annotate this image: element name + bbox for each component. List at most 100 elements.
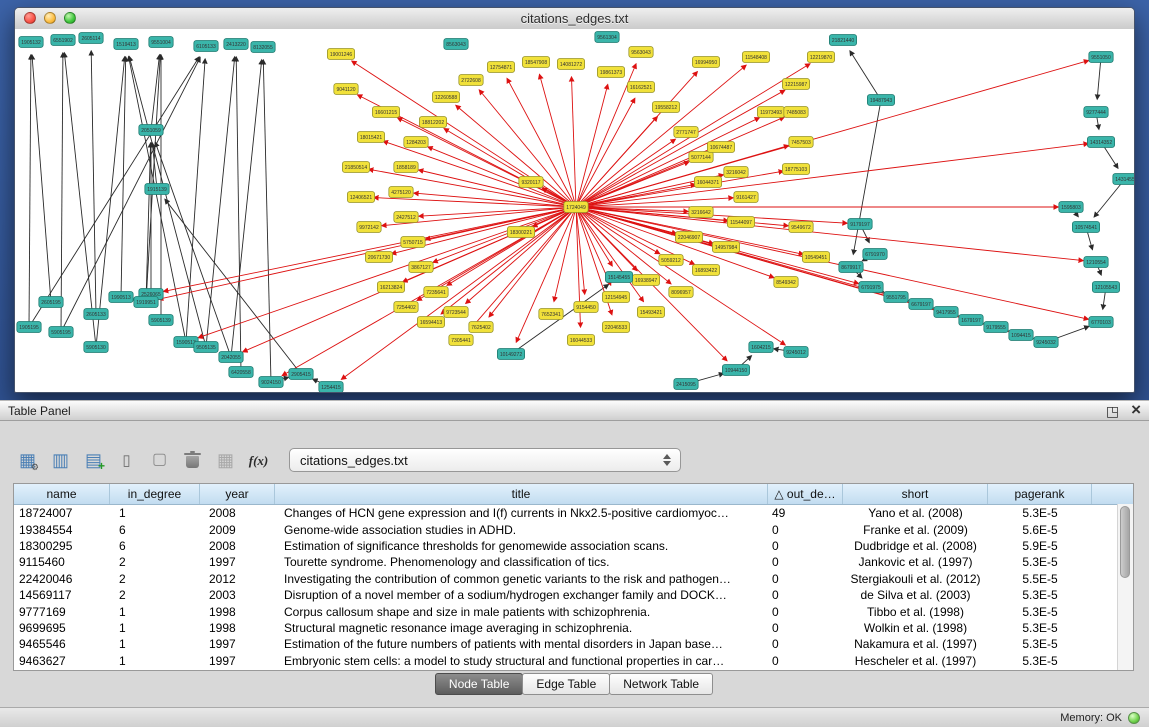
graph-node[interactable]: 8132055 xyxy=(251,42,275,53)
graph-node[interactable]: 1724049 xyxy=(564,202,588,213)
graph-node[interactable]: 16938947 xyxy=(632,275,659,286)
tab-network-table[interactable]: Network Table xyxy=(609,673,713,695)
column-header-out_degree[interactable]: △ out_de… xyxy=(768,484,843,504)
column-header-in_degree[interactable]: in_degree xyxy=(110,484,200,504)
graph-node[interactable]: 12154945 xyxy=(602,292,629,303)
graph-node[interactable]: 7485083 xyxy=(784,107,808,118)
graph-node[interactable]: 16213824 xyxy=(377,282,404,293)
graph-node[interactable]: 2042055 xyxy=(219,352,243,363)
graph-node[interactable]: 1595803 xyxy=(1059,202,1083,213)
graph-edge[interactable] xyxy=(374,198,576,207)
graph-node[interactable]: 5750715 xyxy=(401,237,425,248)
table-row[interactable]: 1456911722003Disruption of a novel membe… xyxy=(14,587,1133,603)
column-header-year[interactable]: year xyxy=(200,484,275,504)
graph-node[interactable]: 2051059 xyxy=(139,125,163,136)
graph-node[interactable]: 2771747 xyxy=(674,127,698,138)
graph-node[interactable]: 22046533 xyxy=(602,322,629,333)
graph-node[interactable]: 2722608 xyxy=(459,75,483,86)
graph-edge[interactable] xyxy=(206,57,235,347)
graph-node[interactable]: 9179555 xyxy=(984,322,1008,333)
tab-edge-table[interactable]: Edge Table xyxy=(522,673,610,695)
graph-node[interactable]: 5905130 xyxy=(84,342,108,353)
tab-node-table[interactable]: Node Table xyxy=(435,673,524,695)
graph-node[interactable]: 16994950 xyxy=(692,57,719,68)
graph-node[interactable]: 12219870 xyxy=(807,52,834,63)
table-row[interactable]: 1872400712008Changes of HCN gene express… xyxy=(14,505,1133,521)
graph-edge[interactable] xyxy=(850,51,881,100)
trash-icon[interactable] xyxy=(178,447,207,474)
graph-edge[interactable] xyxy=(441,207,576,314)
graph-edge[interactable] xyxy=(29,55,31,327)
function-builder-icon[interactable]: f(x) xyxy=(244,447,273,474)
table-row[interactable]: 911546021997Tourette syndrome. Phenomeno… xyxy=(14,554,1133,570)
graph-node[interactable]: 18300221 xyxy=(507,227,534,238)
graph-node[interactable]: 6791970 xyxy=(863,249,887,260)
graph-node[interactable]: 18812202 xyxy=(419,117,446,128)
graph-node[interactable]: 11544097 xyxy=(727,217,754,228)
graph-node[interactable]: 21850514 xyxy=(342,162,369,173)
graph-node[interactable]: 1919951 xyxy=(134,297,158,308)
graph-node[interactable]: 16601215 xyxy=(372,107,399,118)
graph-edge[interactable] xyxy=(32,55,51,302)
window-titlebar[interactable]: citations_edges.txt xyxy=(15,8,1134,30)
graph-node[interactable]: 4275120 xyxy=(389,187,413,198)
scrollbar-thumb[interactable] xyxy=(1120,506,1130,578)
graph-node[interactable]: 10549451 xyxy=(802,252,829,263)
graph-node[interactable]: 1284203 xyxy=(404,137,428,148)
graph-node[interactable]: 9561304 xyxy=(595,32,619,43)
graph-node[interactable]: 9549672 xyxy=(789,222,813,233)
graph-edge[interactable] xyxy=(572,77,577,207)
graph-node[interactable]: 7235641 xyxy=(424,287,448,298)
graph-node[interactable]: 9320117 xyxy=(519,177,543,188)
graph-node[interactable]: 16044371 xyxy=(694,177,721,188)
graph-node[interactable]: 6551902 xyxy=(51,35,75,46)
graph-node[interactable]: 6420558 xyxy=(229,367,253,378)
graph-node[interactable]: 9161427 xyxy=(734,192,758,203)
graph-node[interactable]: 2413220 xyxy=(224,39,248,50)
graph-node[interactable]: 5077144 xyxy=(689,152,713,163)
graph-node[interactable]: 9277444 xyxy=(1084,107,1108,118)
graph-node[interactable]: 19001246 xyxy=(327,49,354,60)
graph-node[interactable]: 3867127 xyxy=(409,262,433,273)
graph-node[interactable]: 1858189 xyxy=(394,162,418,173)
graph-node[interactable]: 18015421 xyxy=(357,132,384,143)
graph-edge[interactable] xyxy=(186,59,205,342)
graph-node[interactable]: 16044533 xyxy=(567,335,594,346)
graph-node[interactable]: 5059212 xyxy=(659,255,683,266)
graph-node[interactable]: 1679197 xyxy=(959,315,983,326)
table-settings-icon[interactable]: ▦⚙ xyxy=(13,447,42,474)
graph-node[interactable]: 9245012 xyxy=(784,347,808,358)
graph-node[interactable]: 9723544 xyxy=(444,307,468,318)
graph-node[interactable]: 5905195 xyxy=(49,327,73,338)
select-columns-icon[interactable]: ▥ xyxy=(46,447,75,474)
graph-node[interactable]: 2415095 xyxy=(674,379,698,390)
network-canvas[interactable]: 1724049 18812202 1284203 1858189 4275120 2427… xyxy=(15,29,1134,392)
graph-node[interactable]: 15145455 xyxy=(605,272,632,283)
column-header-short[interactable]: short xyxy=(843,484,988,504)
graph-node[interactable]: 9041120 xyxy=(334,84,358,95)
graph-node[interactable]: 1254415 xyxy=(319,382,343,393)
table-row[interactable]: 946362711997Embryonic stem cells: a mode… xyxy=(14,653,1133,669)
graph-node[interactable]: 1210554 xyxy=(1084,257,1108,268)
graph-node[interactable]: 11548408 xyxy=(742,52,769,63)
graph-node[interactable]: 2427512 xyxy=(394,212,418,223)
new-document-icon[interactable]: ▢ xyxy=(145,447,174,474)
network-table-select[interactable]: citations_edges.txt xyxy=(289,448,681,472)
graph-node[interactable]: 20671730 xyxy=(365,252,392,263)
graph-edge[interactable] xyxy=(576,207,660,254)
graph-node[interactable]: 8096957 xyxy=(669,287,693,298)
graph-edge[interactable] xyxy=(576,207,1088,319)
graph-edge[interactable] xyxy=(29,57,199,327)
graph-node[interactable]: 6791975 xyxy=(859,282,883,293)
graph-node[interactable]: 2905415 xyxy=(289,369,313,380)
graph-node[interactable]: 9179197 xyxy=(848,219,872,230)
graph-edge[interactable] xyxy=(466,207,576,303)
table-row[interactable]: 946554611997Estimation of the future num… xyxy=(14,636,1133,652)
graph-node[interactable]: 12406521 xyxy=(347,192,374,203)
graph-node[interactable]: 7305441 xyxy=(449,335,473,346)
minimize-window-button[interactable] xyxy=(44,12,56,24)
graph-node[interactable]: 6679197 xyxy=(909,299,933,310)
graph-node[interactable]: 21821440 xyxy=(829,35,856,46)
graph-node[interactable]: 12754871 xyxy=(487,62,514,73)
graph-node[interactable]: 7254402 xyxy=(394,302,418,313)
